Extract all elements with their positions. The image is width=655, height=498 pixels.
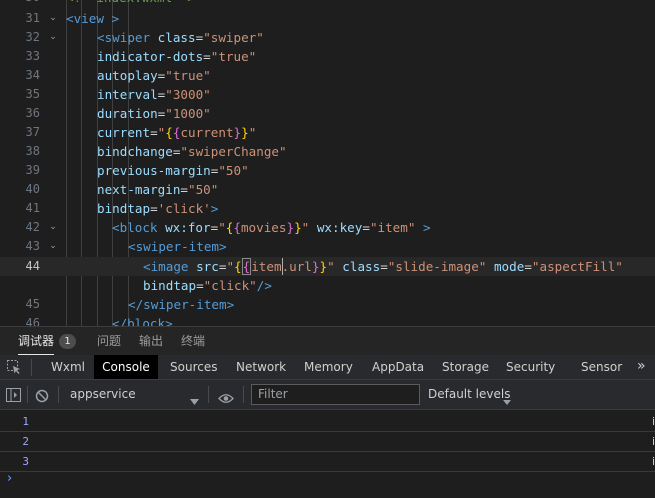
line-number: 39 (25, 163, 40, 177)
code-line[interactable]: 30 <!--index.wxml--> (0, 0, 655, 7)
debugger-badge: 1 (59, 334, 76, 349)
console-toolbar: appservice Filter Default levels (0, 380, 655, 410)
code-line[interactable]: 45 </swiper-item> (0, 295, 655, 314)
fold-chevron-icon[interactable]: ⌄ (47, 218, 59, 237)
divider (243, 386, 244, 403)
console-prompt[interactable]: › (7, 469, 12, 489)
tab-problems[interactable]: 问题 (97, 327, 121, 355)
code-text: </swiper-item> (128, 297, 235, 312)
line-number: 30 (0, 0, 40, 7)
line-number: 33 (25, 49, 40, 63)
code-text: </block> (112, 316, 173, 326)
eye-icon[interactable] (218, 389, 234, 403)
divider (27, 386, 28, 403)
code-text: <swiper-item> (128, 239, 227, 254)
text-cursor (282, 258, 283, 275)
line-number: 37 (25, 125, 40, 139)
code-text: interval="3000" (97, 87, 211, 102)
log-message: 2 (22, 435, 29, 448)
divider (31, 359, 32, 376)
context-select[interactable]: appservice (70, 380, 136, 409)
code-line[interactable]: 36 duration="1000" (0, 104, 655, 123)
console-log-row: 1 i (0, 412, 655, 432)
code-text: <image src="{{item.url}}" class="slide-i… (143, 258, 623, 275)
code-line[interactable]: 40 next-margin="50" (0, 180, 655, 199)
divider (208, 386, 209, 403)
tab-storage[interactable]: Storage (442, 355, 489, 379)
line-number: 40 (25, 182, 40, 196)
line-number: 35 (25, 87, 40, 101)
code-text: <!--index.wxml--> (66, 0, 195, 7)
code-line[interactable]: bindtap="click"/> (0, 276, 655, 295)
fold-chevron-icon[interactable]: ⌄ (47, 237, 59, 256)
line-number: 42 (25, 220, 40, 234)
code-text: autoplay="true" (97, 68, 211, 83)
line-number: 31 (25, 11, 40, 25)
log-message: 3 (22, 455, 29, 468)
code-line[interactable]: 44 <image src="{{item.url}}" class="slide… (0, 257, 655, 276)
fold-chevron-icon[interactable]: ⌄ (47, 28, 59, 47)
tab-memory[interactable]: Memory (304, 355, 353, 379)
panel-tab-bar: 调试器 1 问题 输出 终端 (0, 326, 655, 355)
code-text: bindtap='click'> (97, 201, 219, 216)
code-line[interactable]: 34 autoplay="true" (0, 66, 655, 85)
bottom-panel: 调试器 1 问题 输出 终端 Wxml Console Sources Netw… (0, 326, 655, 498)
tab-appdata[interactable]: AppData (372, 355, 424, 379)
code-line[interactable]: 35 interval="3000" (0, 85, 655, 104)
code-text: next-margin="50" (97, 182, 219, 197)
code-line[interactable]: 38 bindchange="swiperChange" (0, 142, 655, 161)
code-text: <swiper class="swiper" (97, 30, 264, 45)
inspect-element-icon[interactable] (6, 359, 22, 375)
tab-terminal[interactable]: 终端 (181, 327, 205, 355)
line-number: 41 (25, 201, 40, 215)
code-text: bindchange="swiperChange" (97, 144, 287, 159)
tab-output[interactable]: 输出 (139, 327, 163, 355)
code-line[interactable]: 33 indicator-dots="true" (0, 47, 655, 66)
code-text: <block wx:for="{{movies}}" wx:key="item"… (112, 220, 431, 235)
line-number: 46 (25, 316, 40, 326)
code-line[interactable]: 42 ⌄ <block wx:for="{{movies}}" wx:key="it… (0, 218, 655, 237)
tab-sources[interactable]: Sources (170, 355, 217, 379)
code-line[interactable]: 43 ⌄ <swiper-item> (0, 237, 655, 256)
code-text: duration="1000" (97, 106, 211, 121)
code-text: previous-margin="50" (97, 163, 249, 178)
line-number: 34 (25, 68, 40, 82)
code-line[interactable]: 32 ⌄ <swiper class="swiper" (0, 28, 655, 47)
tab-wxml[interactable]: Wxml (51, 355, 85, 379)
tab-sensor[interactable]: Sensor (581, 355, 622, 379)
code-line[interactable]: 39 previous-margin="50" (0, 161, 655, 180)
tab-security[interactable]: Security (506, 355, 555, 379)
line-number: 32 (25, 30, 40, 44)
more-tabs-icon[interactable]: » (637, 355, 646, 379)
line-number: 38 (25, 144, 40, 158)
tab-console[interactable]: Console (94, 355, 158, 379)
log-levels-select[interactable]: Default levels (428, 380, 510, 409)
fold-chevron-icon[interactable]: ⌄ (47, 9, 59, 28)
chevron-down-icon[interactable] (503, 391, 511, 405)
console-log-row: 2 i (0, 432, 655, 452)
code-text: bindtap="click"/> (143, 278, 272, 293)
tab-network[interactable]: Network (236, 355, 286, 379)
line-number: 45 (25, 297, 40, 311)
code-text: <view > (66, 11, 120, 26)
code-line[interactable]: 31 ⌄ <view > (0, 9, 655, 28)
divider (58, 386, 59, 403)
log-message: 1 (22, 415, 29, 428)
console-log-row: 3 i (0, 452, 655, 472)
code-text: indicator-dots="true" (97, 49, 257, 64)
line-number: 43 (25, 239, 40, 253)
code-line[interactable]: 46 </block> (0, 314, 655, 326)
code-line[interactable]: 41 bindtap='click'> (0, 199, 655, 218)
tab-debugger[interactable]: 调试器 (18, 327, 55, 355)
line-number: 44 (25, 259, 40, 273)
devtools-tab-bar: Wxml Console Sources Network Memory AppD… (0, 355, 655, 380)
line-number: 36 (25, 106, 40, 120)
filter-input[interactable]: Filter (251, 384, 420, 405)
code-editor[interactable]: 30 <!--index.wxml--> 31 ⌄ <view > 32 ⌄ <swiper … (0, 0, 655, 326)
code-text: current="{{current}}" (97, 125, 257, 140)
sidebar-toggle-icon[interactable] (6, 387, 21, 402)
chevron-down-icon[interactable] (190, 391, 199, 405)
code-line[interactable]: 37 current="{{current}}" (0, 123, 655, 142)
clear-console-icon[interactable] (35, 388, 49, 403)
